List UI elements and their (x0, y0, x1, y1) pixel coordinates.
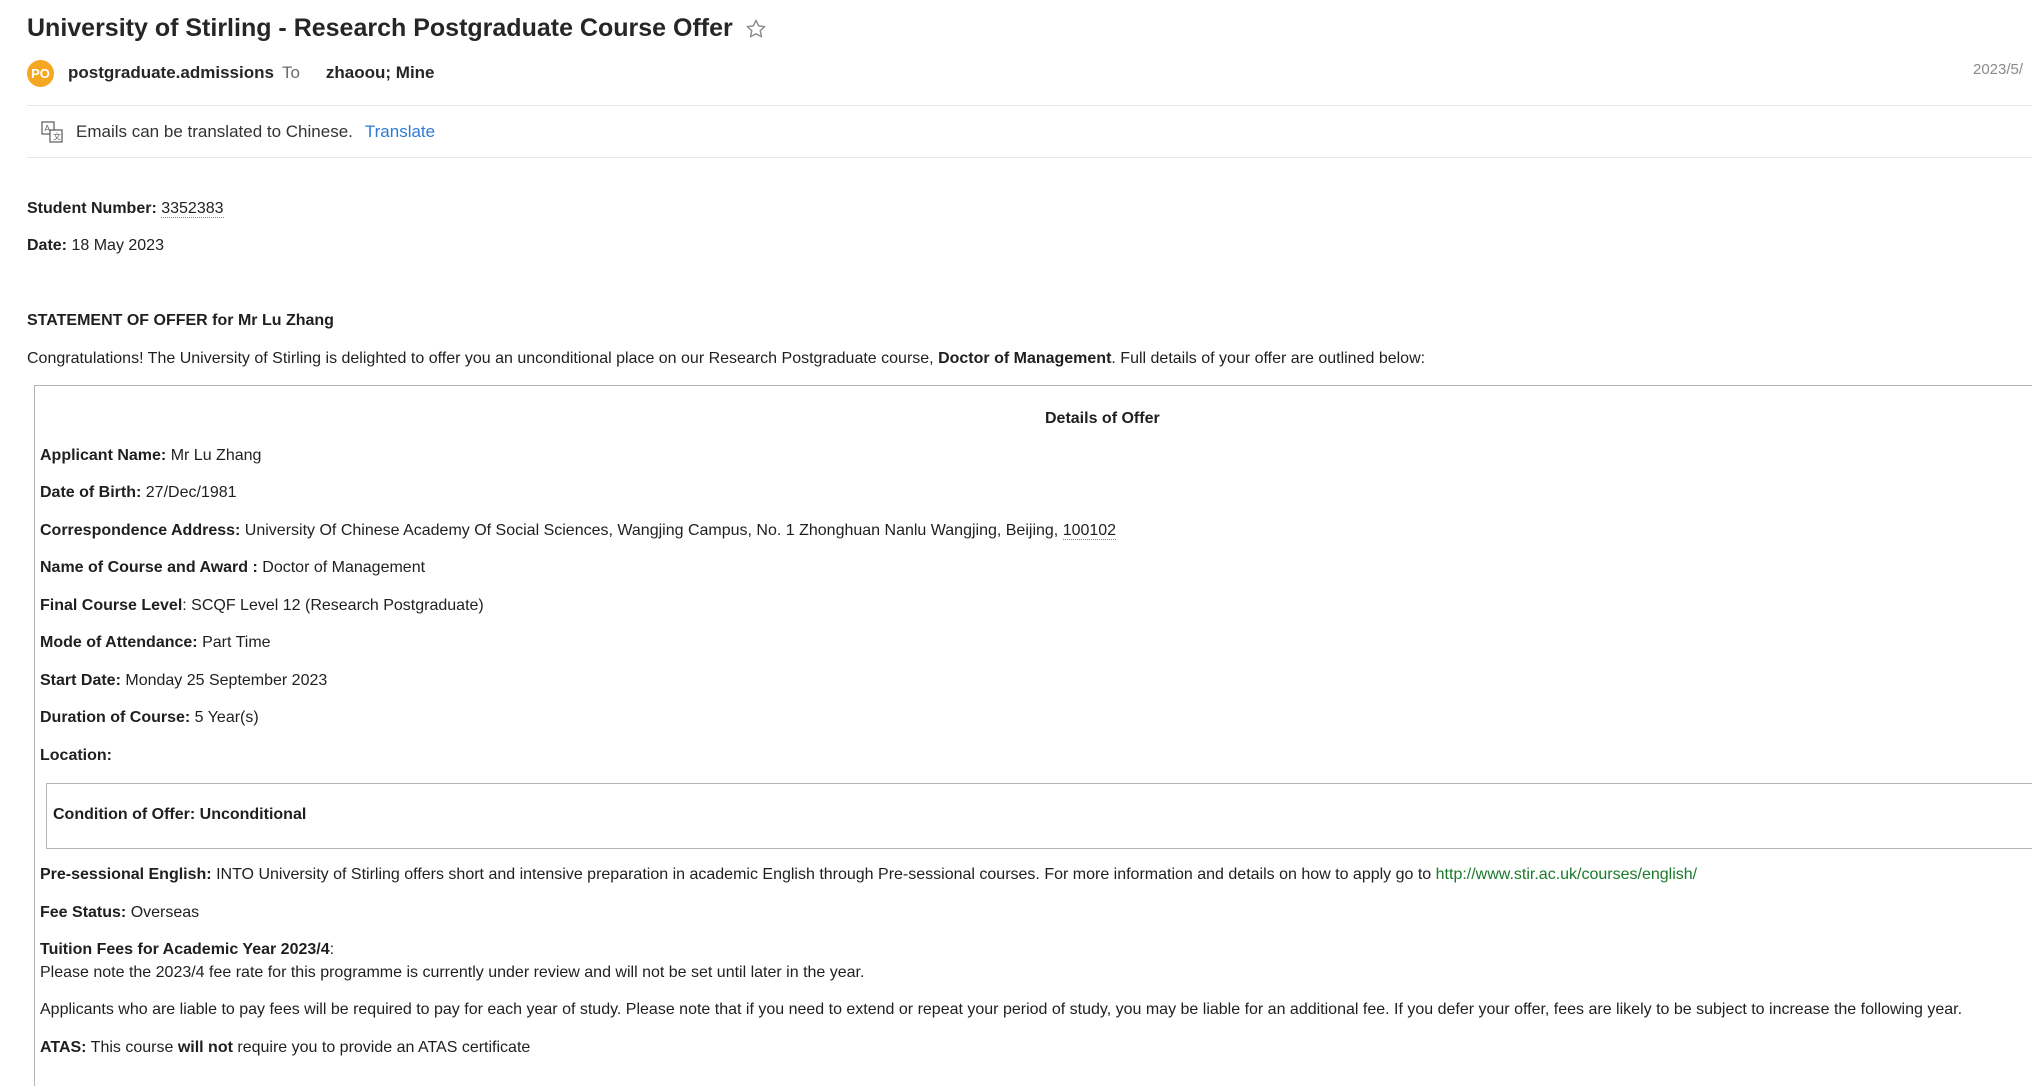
student-number-label: Student Number: (27, 200, 157, 217)
translate-link[interactable]: Translate (365, 122, 435, 142)
tuition-heading: Tuition Fees for Academic Year 2023/4: (40, 941, 334, 959)
translate-bar: A 文 Emails can be translated to Chinese.… (40, 119, 435, 145)
atas-label: ATAS: (40, 1039, 87, 1056)
congrats-course: Doctor of Management (938, 350, 1112, 367)
duration-line: Duration of Course: 5 Year(s) (40, 709, 259, 727)
condition-of-offer: Condition of Offer: Unconditional (53, 806, 307, 823)
sender-row: PO postgraduate.admissions To zhaoou; Mi… (27, 58, 435, 88)
duration-label: Duration of Course: (40, 709, 191, 726)
details-title: Details of Offer (1045, 410, 1160, 427)
statement-title: STATEMENT OF OFFER for Mr Lu Zhang (27, 312, 334, 329)
translate-message: Emails can be translated to Chinese. (76, 122, 353, 141)
address: University Of Chinese Academy Of Social … (244, 522, 1059, 539)
congrats-paragraph: Congratulations! The University of Stirl… (27, 350, 1425, 368)
applicants-note: Applicants who are liable to pay fees wi… (40, 1001, 1963, 1018)
fee-status-line: Fee Status: Overseas (40, 904, 199, 922)
duration: 5 Year(s) (194, 709, 259, 726)
atas-bold: will not (177, 1039, 233, 1056)
to-label: To (281, 63, 300, 82)
email-subject: University of Stirling - Research Postgr… (27, 14, 767, 43)
congrats-text: Congratulations! The University of Stirl… (27, 350, 934, 367)
level-line: Final Course Level: SCQF Level 12 (Resea… (40, 597, 484, 615)
divider (27, 105, 2032, 106)
translate-icon: A 文 (40, 120, 64, 144)
fee-status: Overseas (130, 904, 200, 921)
divider (27, 157, 2032, 158)
dob: 27/Dec/1981 (145, 484, 237, 501)
address-line: Correspondence Address: University Of Ch… (40, 522, 1117, 540)
condition-box (46, 783, 2032, 849)
svg-text:文: 文 (53, 132, 61, 142)
dob-line: Date of Birth: 27/Dec/1981 (40, 484, 237, 502)
presessional-link[interactable]: http://www.stir.ac.uk/courses/english/ (1436, 866, 1697, 883)
course-label: Name of Course and Award : (40, 559, 258, 576)
tuition-colon: : (329, 941, 335, 958)
mode-label: Mode of Attendance: (40, 634, 198, 651)
student-number-line: Student Number: 3352383 (27, 200, 224, 218)
start-date-line: Start Date: Monday 25 September 2023 (40, 672, 327, 690)
atas-pre: This course (90, 1039, 174, 1056)
mode: Part Time (202, 634, 271, 651)
address-label: Correspondence Address: (40, 522, 241, 539)
svg-text:A: A (45, 124, 51, 133)
start-date: Monday 25 September 2023 (125, 672, 328, 689)
atas-post: require you to provide an ATAS certifica… (237, 1039, 531, 1056)
location-label: Location: (40, 747, 112, 764)
tuition-note: Please note the 2023/4 fee rate for this… (40, 964, 865, 981)
atas-line: ATAS: This course will not require you t… (40, 1039, 530, 1057)
email-date: 2023/5/ (1973, 61, 2024, 78)
location-line: Location: (40, 747, 112, 765)
dob-label: Date of Birth: (40, 484, 142, 501)
letter-date-line: Date: 18 May 2023 (27, 237, 164, 255)
congrats-post: . Full details of your offer are outline… (1111, 350, 1426, 367)
level-label: Final Course Level (40, 597, 183, 614)
student-number[interactable]: 3352383 (161, 200, 224, 218)
applicant-name-label: Applicant Name: (40, 447, 167, 464)
recipients[interactable]: zhaoou; Mine (326, 63, 435, 83)
course-line: Name of Course and Award : Doctor of Man… (40, 559, 425, 577)
letter-date-label: Date: (27, 237, 68, 254)
fee-status-label: Fee Status: (40, 904, 127, 921)
presessional-text: INTO University of Stirling offers short… (216, 866, 1432, 883)
presessional-label: Pre-sessional English: (40, 866, 212, 883)
avatar[interactable]: PO (27, 59, 54, 87)
applicant-name-line: Applicant Name: Mr Lu Zhang (40, 447, 261, 465)
tuition-label: Tuition Fees for Academic Year 2023/4 (40, 941, 330, 958)
presessional-line: Pre-sessional English: INTO University o… (40, 866, 1697, 884)
mode-line: Mode of Attendance: Part Time (40, 634, 271, 652)
sender-name[interactable]: postgraduate.admissions (68, 63, 274, 83)
star-icon[interactable] (745, 18, 767, 40)
letter-date: 18 May 2023 (71, 237, 164, 254)
start-date-label: Start Date: (40, 672, 121, 689)
course: Doctor of Management (262, 559, 426, 576)
email-subject-text: University of Stirling - Research Postgr… (27, 14, 733, 42)
postcode[interactable]: 100102 (1062, 522, 1117, 540)
applicant-name: Mr Lu Zhang (170, 447, 262, 464)
level: : SCQF Level 12 (Research Postgraduate) (182, 597, 484, 614)
